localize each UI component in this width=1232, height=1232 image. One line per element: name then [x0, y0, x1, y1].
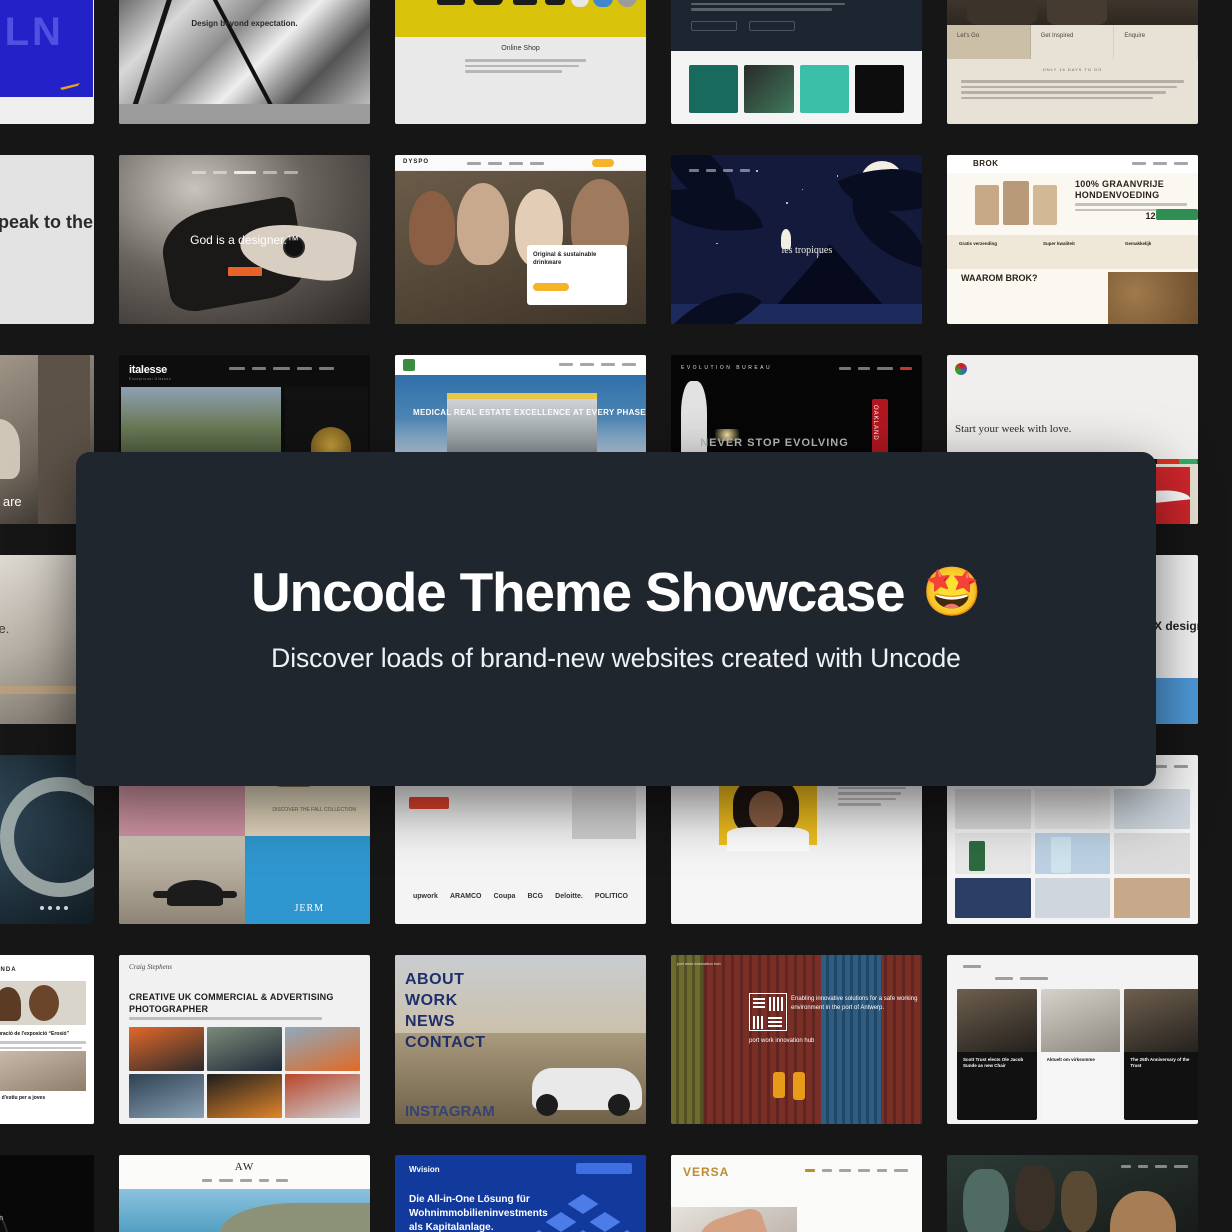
tile-article-0[interactable]: Inauguració de l'exposició “Erosió” — [0, 1031, 86, 1037]
gallery-tile-design-beyond-expectation[interactable]: Design beyond expectation. — [119, 0, 370, 124]
gallery-tile-online-shop[interactable]: Online Shop — [395, 0, 646, 124]
tile-headline: CREATIVE UK COMMERCIAL & ADVERTISING PHO… — [129, 992, 334, 1014]
tile-brand: les tropiques — [781, 245, 833, 257]
nav-item-contact[interactable]: CONTACT — [405, 1032, 486, 1053]
gallery-tile-melbourne-freelance-designer[interactable]: Melbourne Freelance Graphic Designer — [671, 0, 922, 124]
tile-headline: 100% GRAANVRIJE HONDENVOEDING — [1075, 179, 1165, 200]
port-hub-logo-icon — [749, 993, 787, 1031]
logo-politico: POLITICO — [594, 893, 628, 900]
tile-brand: JERM — [294, 903, 324, 914]
tile-cta-button[interactable] — [576, 1163, 632, 1174]
tile-signature: Craig Stephens — [129, 963, 172, 971]
tile-nav[interactable]: ABOUT WORK NEWS CONTACT — [405, 969, 486, 1053]
page-title: Uncode Theme Showcase — [251, 560, 906, 623]
star-struck-emoji-icon: 🤩 — [922, 565, 982, 619]
tile-brand: port work innovation hub — [677, 961, 721, 966]
logo-upwork: upwork — [413, 893, 438, 900]
news-card-0[interactable]: Scott Trust elects Ole Jacob Sunde as ne… — [963, 1057, 1031, 1069]
tile-headline: NEVER STOP EVOLVING — [700, 437, 849, 450]
logo-icon — [955, 363, 967, 375]
tile-buy-button[interactable] — [1156, 209, 1198, 220]
gallery-tile-creative-uk-photographer[interactable]: Craig Stephens CREATIVE UK COMMERCIAL & … — [119, 955, 370, 1124]
tile-feature-2: Gemakkelijk — [1125, 241, 1152, 246]
tile-cart-button[interactable] — [592, 159, 614, 167]
gallery-tile-dyspo-drinkware[interactable]: DYSPO Original & sustainable drinkware — [395, 155, 646, 324]
tile-tab-0[interactable]: Let's Go — [947, 25, 1031, 59]
tile-cta-button[interactable] — [227, 266, 262, 276]
gallery-tile-we-connect-people[interactable]: We connect people with places. Let's Go … — [947, 0, 1198, 124]
tile-headline: Enabling innovative solutions for a safe… — [791, 996, 918, 1011]
gallery-tile-god-is-a-designer[interactable]: God is a designer.™ — [119, 155, 370, 324]
carousel-dots[interactable] — [40, 906, 68, 910]
showcase-page: TIMENT VULN Nike Custom Typography Desig… — [0, 0, 1232, 1232]
tile-headline: DISCOVER THE FALL COLLECTION — [272, 807, 356, 813]
gallery-tile-erosio-editorial[interactable]: Junts movem la cultura i l'educació « ER… — [0, 955, 94, 1124]
gallery-tile-nike-typography[interactable]: TIMENT VULN Nike Custom Typography — [0, 0, 94, 124]
gallery-tile-luxury-watch[interactable]: Designed for those who defy limits. Extr… — [0, 1155, 94, 1232]
logo-deloitte: Deloitte. — [555, 893, 583, 900]
gallery-tile-port-work-innovation-hub[interactable]: port work innovation hub Enabling innova… — [671, 955, 922, 1124]
tile-brand: VERSA — [683, 1165, 730, 1179]
gallery-tile-les-tropiques[interactable]: les tropiques — [671, 155, 922, 324]
logo-aramco: ARAMCO — [450, 893, 482, 900]
tile-headline: Original & sustainable drinkware — [533, 252, 597, 266]
gallery-tile-wvision-immobilien[interactable]: Wvision Die All-in-One Lösung für Wohnim… — [395, 1155, 646, 1232]
tile-neon-text: OAKLAND — [872, 405, 878, 441]
tile-cta-button[interactable] — [533, 283, 569, 291]
logo-icon — [403, 359, 415, 371]
gallery-tile-will-gardner-photography[interactable]: Will Gardner PHOTOGRAPHY — [947, 1155, 1198, 1232]
tile-headline: Designs that speak to the eyes — [0, 212, 94, 232]
tile-brand-label: port work innovation hub — [749, 1038, 815, 1044]
tile-article-1[interactable]: Tallers d'estiu per a joves — [0, 1095, 86, 1101]
nav-item-news[interactable]: NEWS — [405, 1011, 486, 1032]
modal-title-row: Uncode Theme Showcase 🤩 — [251, 560, 982, 623]
news-card-2[interactable]: The 25th Anniversary of the Trust — [1130, 1057, 1198, 1069]
tile-headline: Bespoke homes. Affordable. — [0, 621, 10, 636]
tile-headline: Design beyond expectation. — [191, 19, 298, 29]
tile-headline: God is a designer.™ — [190, 232, 299, 247]
gallery-tile-about-work-news-contact[interactable]: ABOUT WORK NEWS CONTACT INSTAGRAM — [395, 955, 646, 1124]
tile-submit-button[interactable] — [409, 797, 449, 809]
modal-subtitle: Discover loads of brand-new websites cre… — [271, 643, 961, 674]
news-card-1[interactable]: Aktuelt om virksomme — [1047, 1057, 1115, 1063]
logo-bcg: BCG — [527, 893, 544, 900]
tile-brand: italesse — [129, 364, 167, 376]
tile-brand: AW — [234, 1161, 255, 1173]
tile-headline: MEDICAL REAL ESTATE EXCELLENCE AT EVERY … — [413, 408, 646, 417]
gallery-tile-designs-speak-to-eyes[interactable]: Designs that speak to the eyes — [0, 155, 94, 324]
tile-brand: EVOLUTION BUREAU — [681, 365, 773, 371]
tile-headline: Start your week with love. — [955, 423, 1072, 435]
tile-social-link[interactable]: INSTAGRAM — [405, 1103, 495, 1120]
tile-tab-1[interactable]: Get Inspired — [1031, 25, 1115, 59]
tile-brand: BROK — [973, 159, 999, 168]
nav-item-work[interactable]: WORK — [405, 990, 486, 1011]
tile-brand: DYSPO — [403, 159, 430, 165]
tile-section-title: AGENDA — [0, 967, 17, 973]
tile-wordmark: VULN — [0, 10, 64, 54]
tile-feature-1: Super kwaliteit — [1043, 241, 1075, 246]
tile-headline: Home is where your friends are — [0, 494, 22, 509]
gallery-tile-wedding-santorini[interactable]: AW — [119, 1155, 370, 1232]
nav-item-about[interactable]: ABOUT — [405, 969, 486, 990]
tile-brand: Wvision — [409, 1165, 440, 1174]
showcase-modal: Uncode Theme Showcase 🤩 Discover loads o… — [76, 452, 1156, 786]
tile-tab-2[interactable]: Enquire — [1114, 25, 1198, 59]
gallery-tile-brok-dog-food[interactable]: BROK 100% GRAANVRIJE HONDENVOEDING 12⁹⁵ … — [947, 155, 1198, 324]
tile-section-title: WAAROM BROK? — [961, 273, 1038, 283]
tile-headline: Online Shop — [501, 45, 540, 52]
tile-headline: Designed for those who defy limits. Extr… — [0, 1215, 3, 1222]
tile-subhead: ONLY 16 DAYS TO GO — [1042, 67, 1103, 72]
logo-coupa: Coupa — [493, 893, 516, 900]
tile-feature-0: Gratis verzending — [959, 241, 998, 246]
gallery-tile-news-portal[interactable]: Scott Trust elects Ole Jacob Sunde as ne… — [947, 955, 1198, 1124]
gallery-tile-versa-visual-strategy[interactable]: VERSA VISUAL STRATEGY — [671, 1155, 922, 1232]
